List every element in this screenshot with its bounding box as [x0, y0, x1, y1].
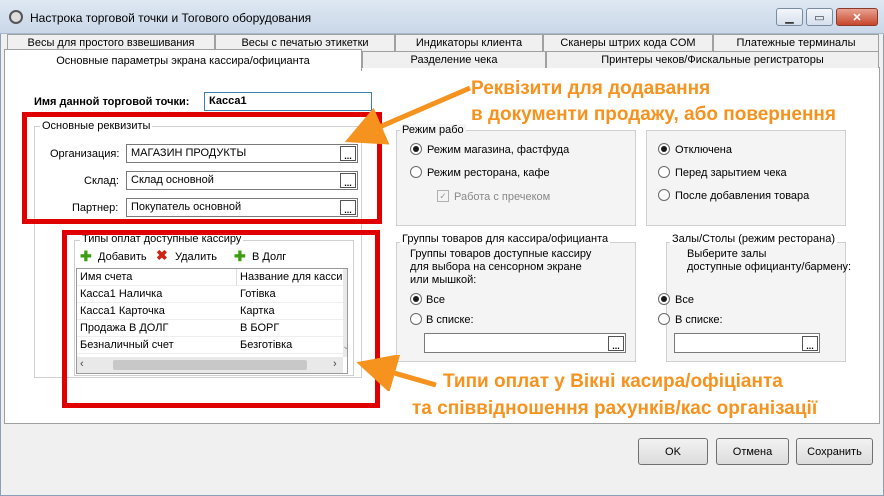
goods-list-field[interactable] [424, 333, 626, 353]
print-off-label: Отключена [675, 144, 732, 156]
goods-groups-desc: Группы товаров доступные кассиру [410, 248, 592, 260]
halls-list-select-button[interactable]: ... [802, 336, 818, 351]
save-button[interactable]: Сохранить [796, 438, 873, 465]
halls-desc: доступные официанту/бармену: [687, 261, 852, 273]
print-after-add-label: После добавления товара [675, 190, 810, 202]
goods-all-label: Все [426, 294, 445, 306]
maximize-icon: ▭ [814, 11, 825, 24]
arrow-bottom-icon [356, 355, 437, 391]
tab-receipt-split[interactable]: Разделение чека [362, 51, 546, 68]
goods-groups-desc: для выбора на сенсорном экране [410, 261, 582, 273]
minimize-icon: ▁ [785, 11, 794, 24]
tab-printers[interactable]: Принтеры чеков/Фискальные регистраторы [546, 51, 879, 68]
tab-client-indicators[interactable]: Индикаторы клиента [395, 34, 543, 51]
halls-in-list-label: В списке: [675, 314, 723, 326]
halls-desc: Выберите залы [687, 248, 767, 260]
halls-list-field[interactable] [674, 333, 820, 353]
cancel-button[interactable]: Отмена [716, 438, 789, 465]
window-title: Настрока торговой точки и Тогового обору… [30, 11, 312, 25]
precheck-checkbox[interactable]: ✓ [437, 190, 449, 202]
tab-cashier-screen[interactable]: Основные параметры экрана кассира/официа… [4, 49, 362, 71]
goods-in-list-radio[interactable] [410, 313, 422, 325]
annotation-bottom-line2: та співвідношення рахунків/кас організац… [412, 398, 818, 419]
print-before-close-radio[interactable] [658, 166, 670, 178]
annotation-top-line1: Реквізити для додавання [471, 78, 711, 99]
minimize-button[interactable]: ▁ [776, 8, 803, 26]
print-after-add-radio[interactable] [658, 189, 670, 201]
halls-title: Залы/Столы (режим ресторана) [670, 233, 838, 245]
print-off-radio[interactable] [658, 143, 670, 155]
mode-restaurant-label: Режим ресторана, кафе [427, 167, 550, 179]
maximize-button[interactable]: ▭ [806, 8, 833, 26]
halls-all-radio[interactable] [658, 293, 670, 305]
halls-all-label: Все [675, 294, 694, 306]
goods-all-radio[interactable] [410, 293, 422, 305]
goods-groups-desc: или мышкой: [410, 274, 477, 286]
point-name-label: Имя данной торговой точки: [34, 96, 190, 108]
tab-barcode-scanners[interactable]: Сканеры штрих кода COM [543, 34, 713, 51]
tab-payment-terminals[interactable]: Платежные терминалы [713, 34, 879, 51]
goods-list-select-button[interactable]: ... [608, 336, 624, 351]
goods-groups-title: Группы товаров для кассира/официанта [400, 233, 611, 245]
mode-restaurant-radio[interactable] [410, 166, 422, 178]
annotation-top-line2: в документи продажу, або повернення [471, 104, 836, 125]
close-button[interactable]: ✕ [836, 8, 878, 26]
arrow-top-icon [344, 85, 471, 145]
halls-in-list-radio[interactable] [658, 313, 670, 325]
payments-highlight [62, 230, 380, 408]
close-icon: ✕ [852, 11, 862, 24]
precheck-label: Работа с пречеком [454, 191, 551, 203]
print-before-close-label: Перед зарытием чека [675, 167, 787, 179]
annotation-bottom-line1: Типи оплат у Вікні касира/офіціанта [443, 371, 783, 392]
goods-in-list-label: В списке: [426, 314, 474, 326]
gear-icon [9, 10, 23, 24]
ok-button[interactable]: OK [638, 438, 708, 465]
requisites-highlight [22, 112, 382, 224]
